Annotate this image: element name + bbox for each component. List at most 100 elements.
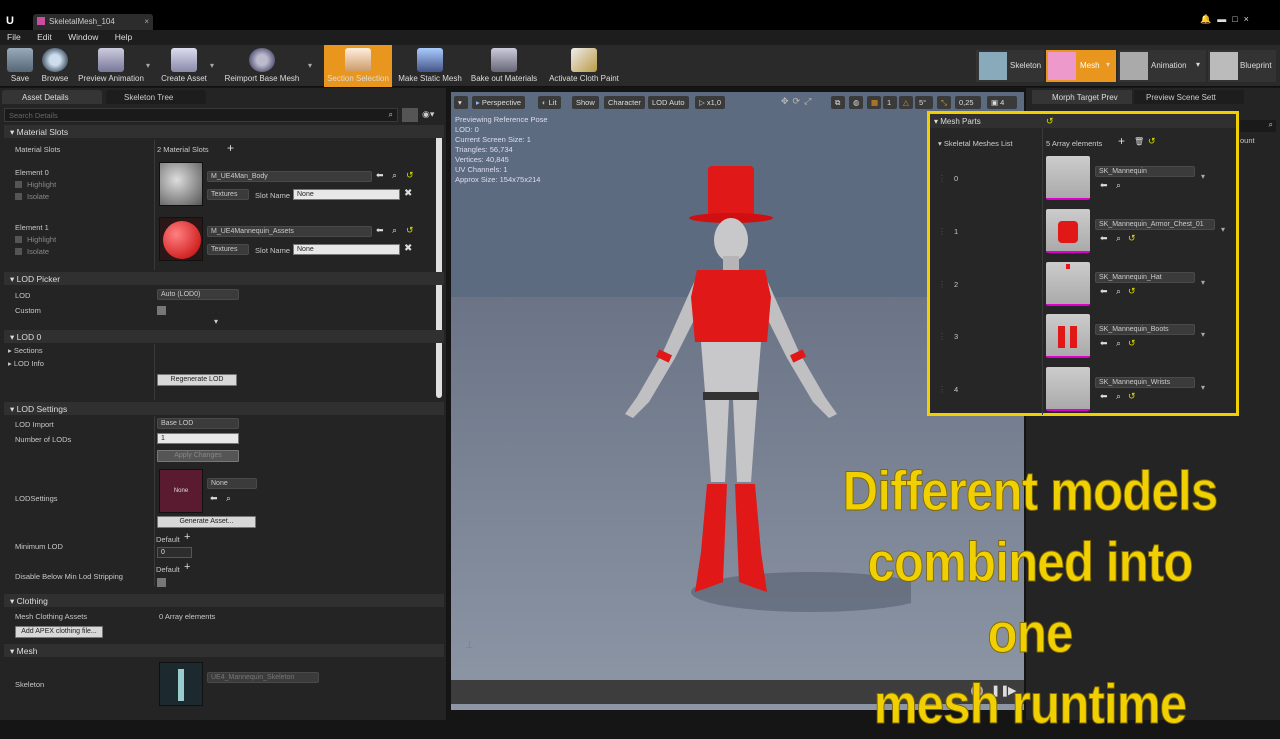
bake-out-materials-button[interactable]: Bake out Materials <box>468 45 540 87</box>
add-icon[interactable]: + <box>184 561 190 573</box>
mesh-thumbnail[interactable] <box>1046 209 1090 253</box>
mesh-dropdown[interactable]: SK_Mannequin_Boots <box>1095 324 1195 335</box>
preview-animation-button[interactable]: Preview Animation <box>74 45 148 87</box>
camera-speed[interactable]: ▣ 4 <box>987 96 1017 109</box>
skeleton-dropdown[interactable]: UE4_Mannequin_Skeleton <box>207 672 319 683</box>
disable-stripping-checkbox[interactable] <box>157 578 166 587</box>
search-icon[interactable]: ⌕ <box>1116 286 1121 297</box>
scale-snap-icon[interactable]: ⤡ <box>937 96 951 109</box>
textures-dropdown[interactable]: Textures <box>207 244 249 255</box>
slot-name-input[interactable]: None <box>293 244 400 255</box>
section-lod-0[interactable]: ▾ LOD 0 <box>4 330 444 343</box>
arrow-left-icon[interactable]: ⬅ <box>376 170 384 181</box>
reimport-base-mesh-button[interactable]: Reimport Base Mesh <box>222 45 302 87</box>
drag-handle-icon[interactable]: ⋮ <box>938 385 946 394</box>
world-icon[interactable]: ◍ <box>849 96 863 109</box>
material-thumbnail[interactable] <box>159 217 203 261</box>
search-icon[interactable]: ⌕ <box>392 225 397 236</box>
isolate-checkbox[interactable] <box>15 193 22 200</box>
grid-value[interactable]: 1 <box>883 96 897 109</box>
scale-snap-value[interactable]: 0,25 <box>955 96 981 109</box>
make-static-mesh-button[interactable]: Make Static Mesh <box>396 45 464 87</box>
highlight-checkbox[interactable] <box>15 181 22 188</box>
mesh-dropdown[interactable]: SK_Mannequin_Hat <box>1095 272 1195 283</box>
custom-checkbox[interactable] <box>157 306 166 315</box>
chevron-down-icon[interactable]: ▾ <box>1201 278 1205 287</box>
search-input[interactable]: Search Details ⌕ <box>4 108 398 122</box>
minimum-lod-input[interactable]: 0 <box>157 547 192 558</box>
reset-icon[interactable]: ↺ <box>406 170 414 181</box>
reset-icon[interactable]: ↺ <box>1128 233 1136 244</box>
clear-icon[interactable]: ✖ <box>404 188 412 199</box>
mesh-dropdown[interactable]: SK_Mannequin <box>1095 166 1195 177</box>
section-lod-settings[interactable]: ▾ LOD Settings <box>4 402 444 415</box>
chevron-down-icon[interactable]: ▾ <box>1221 225 1225 234</box>
search-icon[interactable]: ⌕ <box>1116 180 1121 191</box>
add-icon[interactable]: + <box>184 531 190 543</box>
section-selection-button[interactable]: Section Selection <box>324 45 392 87</box>
mesh-thumbnail[interactable] <box>1046 367 1090 411</box>
mesh-dropdown[interactable]: SK_Mannequin_Armor_Chest_01 <box>1095 219 1215 230</box>
arrow-left-icon[interactable]: ⬅ <box>1100 233 1108 244</box>
character-button[interactable]: Character <box>604 96 645 109</box>
clear-icon[interactable]: ✖ <box>404 243 412 254</box>
transform-icons[interactable]: ✥⟳⤢ <box>781 96 815 107</box>
lod-info-expander[interactable]: ▸ LOD Info <box>8 359 44 368</box>
arrow-left-icon[interactable]: ⬅ <box>1100 286 1108 297</box>
mesh-dropdown[interactable]: SK_Mannequin_Wrists <box>1095 377 1195 388</box>
viewport-options-button[interactable]: ▾ <box>454 96 468 109</box>
lit-button[interactable]: ◐ Lit <box>538 96 561 109</box>
add-icon[interactable]: + <box>1118 134 1125 148</box>
reset-icon[interactable]: ↺ <box>1128 286 1136 297</box>
search-icon[interactable]: ⌕ <box>1116 233 1121 244</box>
arrow-left-icon[interactable]: ⬅ <box>1100 391 1108 402</box>
section-lod-picker[interactable]: ▾ LOD Picker <box>4 272 444 285</box>
lod-dropdown[interactable]: Auto (LOD0) <box>157 289 239 300</box>
highlight-checkbox[interactable] <box>15 236 22 243</box>
textures-dropdown[interactable]: Textures <box>207 189 249 200</box>
add-icon[interactable]: + <box>227 141 234 155</box>
browse-button[interactable]: Browse <box>38 45 72 87</box>
playback-speed-button[interactable]: ▷ x1,0 <box>695 96 726 109</box>
mode-blueprint[interactable]: Blueprint <box>1208 50 1276 82</box>
material-dropdown[interactable]: M_UE4Mannequin_Assets <box>207 226 372 237</box>
create-asset-button[interactable]: Create Asset <box>158 45 210 87</box>
surface-snap-icon[interactable]: ⧉ <box>831 96 845 109</box>
save-button[interactable]: Save <box>4 45 36 87</box>
lod-import-dropdown[interactable]: Base LOD <box>157 418 239 429</box>
search-icon[interactable]: ⌕ <box>1116 338 1121 349</box>
mode-mesh[interactable]: Mesh ▾ <box>1046 50 1116 82</box>
arrow-left-icon[interactable]: ⬅ <box>210 493 218 504</box>
tab-morph-target-preview[interactable]: Morph Target Prev <box>1032 90 1132 104</box>
sections-expander[interactable]: ▸ Sections <box>8 346 43 355</box>
apply-changes-button[interactable]: Apply Changes <box>157 450 239 462</box>
chevron-down-icon[interactable]: ▾ <box>214 317 218 326</box>
scrollbar[interactable] <box>436 126 442 398</box>
show-button[interactable]: Show <box>572 96 599 109</box>
section-mesh[interactable]: ▾ Mesh <box>4 644 444 657</box>
drag-handle-icon[interactable]: ⋮ <box>938 227 946 236</box>
chevron-down-icon[interactable]: ▾ <box>146 61 150 70</box>
chevron-down-icon[interactable]: ▾ <box>308 61 312 70</box>
material-thumbnail[interactable] <box>159 162 203 206</box>
menu-window[interactable]: Window <box>61 30 105 44</box>
grid-view-icon[interactable] <box>402 108 418 122</box>
grid-snap-icon[interactable]: ▦ <box>867 96 881 109</box>
trash-icon[interactable]: 🗑 <box>1134 137 1144 146</box>
slot-name-input[interactable]: None <box>293 189 400 200</box>
section-material-slots[interactable]: ▾ Material Slots <box>4 125 444 138</box>
tab-asset-details[interactable]: Asset Details <box>2 90 102 104</box>
regenerate-lod-button[interactable]: Regenerate LOD <box>157 374 237 386</box>
window-controls[interactable]: 🔔▬□× <box>1200 14 1255 25</box>
arrow-left-icon[interactable]: ⬅ <box>1100 338 1108 349</box>
skeleton-thumbnail[interactable] <box>159 662 203 706</box>
chevron-down-icon[interactable]: ▾ <box>210 61 214 70</box>
rotation-snap-icon[interactable]: △ <box>899 96 913 109</box>
tab-skeleton-tree[interactable]: Skeleton Tree <box>106 90 206 104</box>
reset-icon[interactable]: ↺ <box>1128 338 1136 349</box>
drag-handle-icon[interactable]: ⋮ <box>938 174 946 183</box>
chevron-down-icon[interactable]: ▾ <box>1201 172 1205 181</box>
chevron-down-icon[interactable]: ▾ <box>1201 383 1205 392</box>
close-icon[interactable]: × <box>144 17 149 26</box>
add-apex-clothing-button[interactable]: Add APEX clothing file... <box>15 626 103 638</box>
